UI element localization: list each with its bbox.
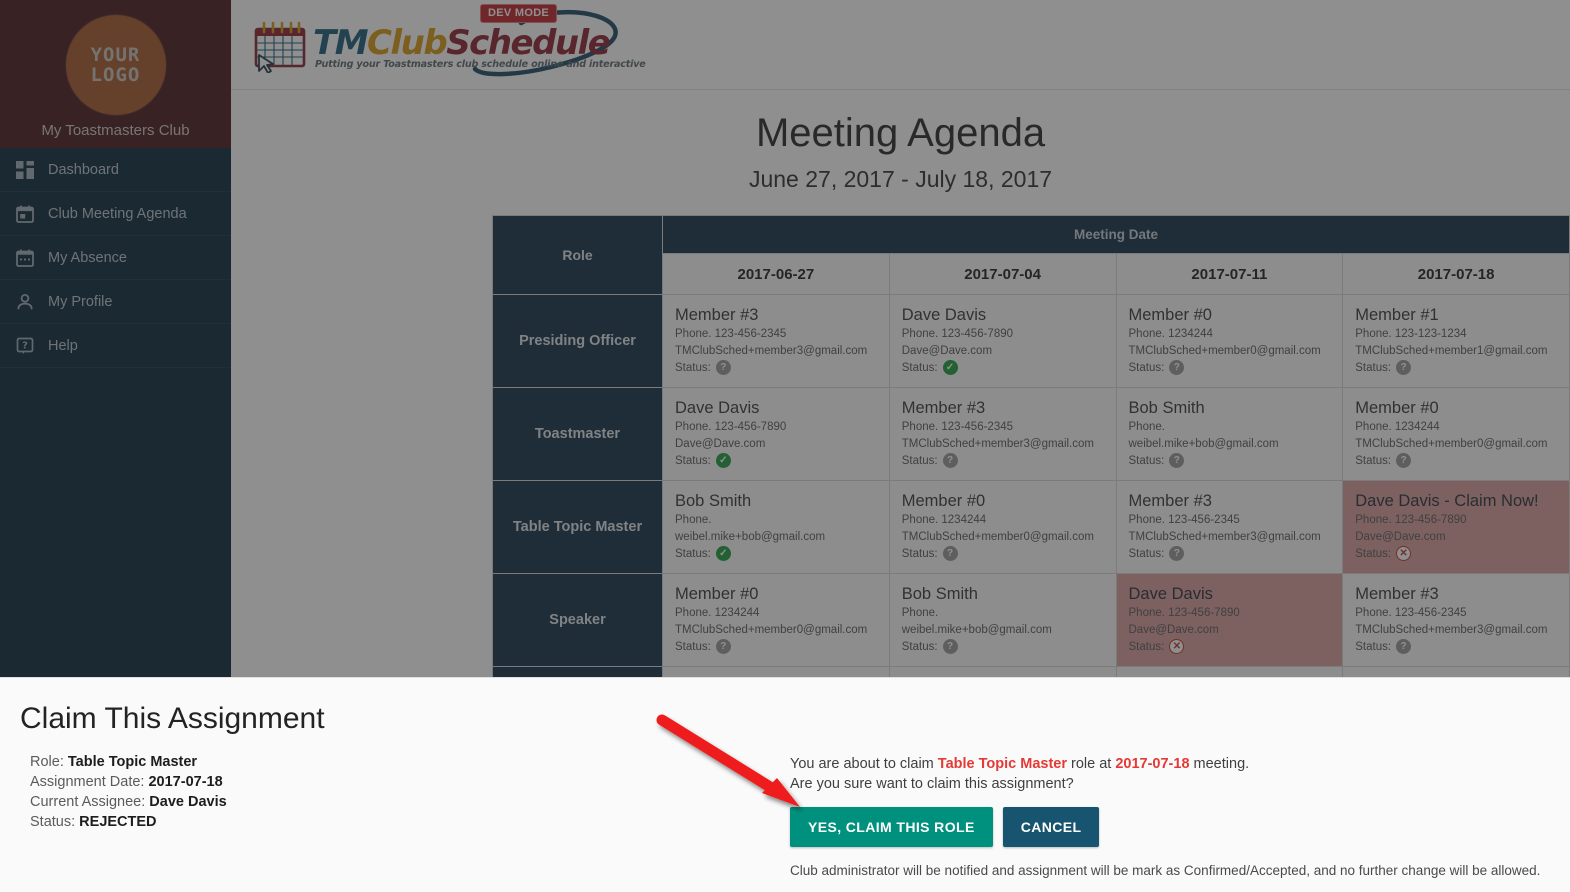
detail-date: Assignment Date: 2017-07-18 — [30, 772, 790, 792]
confirm-panel: You are about to claim Table Topic Maste… — [790, 752, 1550, 878]
detail-assignee-value: Dave Davis — [149, 794, 227, 810]
confirm-mid: role at — [1066, 756, 1116, 772]
assignment-details: Role: Table Topic Master Assignment Date… — [20, 752, 790, 878]
modal-button-row: YES, CLAIM THIS ROLE CANCEL — [790, 807, 1550, 847]
claim-assignment-modal: Claim This Assignment Role: Table Topic … — [0, 677, 1570, 892]
confirm-suffix: meeting. — [1189, 756, 1250, 772]
confirm-line-2: Are you sure want to claim this assignme… — [790, 776, 1074, 792]
detail-status: Status: REJECTED — [30, 812, 790, 832]
modal-note: Club administrator will be notified and … — [790, 863, 1541, 878]
confirm-line-1: You are about to claim Table Topic Maste… — [790, 754, 1550, 774]
detail-role-value: Table Topic Master — [67, 754, 198, 770]
detail-date-label: Assignment Date: — [30, 774, 145, 790]
modal-body: Role: Table Topic Master Assignment Date… — [20, 752, 1550, 878]
app-root: YOUR LOGO My Toastmasters Club Dashboard… — [0, 0, 1570, 892]
detail-role-label: Role: — [30, 754, 64, 770]
modal-title: Claim This Assignment — [20, 702, 325, 735]
detail-role: Role: Table Topic Master — [30, 752, 790, 772]
detail-status-label: Status: — [30, 814, 76, 830]
detail-assignee-label: Current Assignee: — [30, 794, 146, 810]
detail-date-value: 2017-07-18 — [148, 774, 223, 790]
confirm-prefix: You are about to claim — [790, 756, 938, 772]
confirm-date: 2017-07-18 — [1115, 756, 1190, 772]
claim-role-button[interactable]: YES, CLAIM THIS ROLE — [790, 807, 993, 847]
detail-assignee: Current Assignee: Dave Davis — [30, 792, 790, 812]
confirm-role: Table Topic Master — [937, 756, 1067, 772]
cancel-button[interactable]: CANCEL — [1002, 807, 1100, 847]
detail-status-value: REJECTED — [79, 814, 157, 830]
